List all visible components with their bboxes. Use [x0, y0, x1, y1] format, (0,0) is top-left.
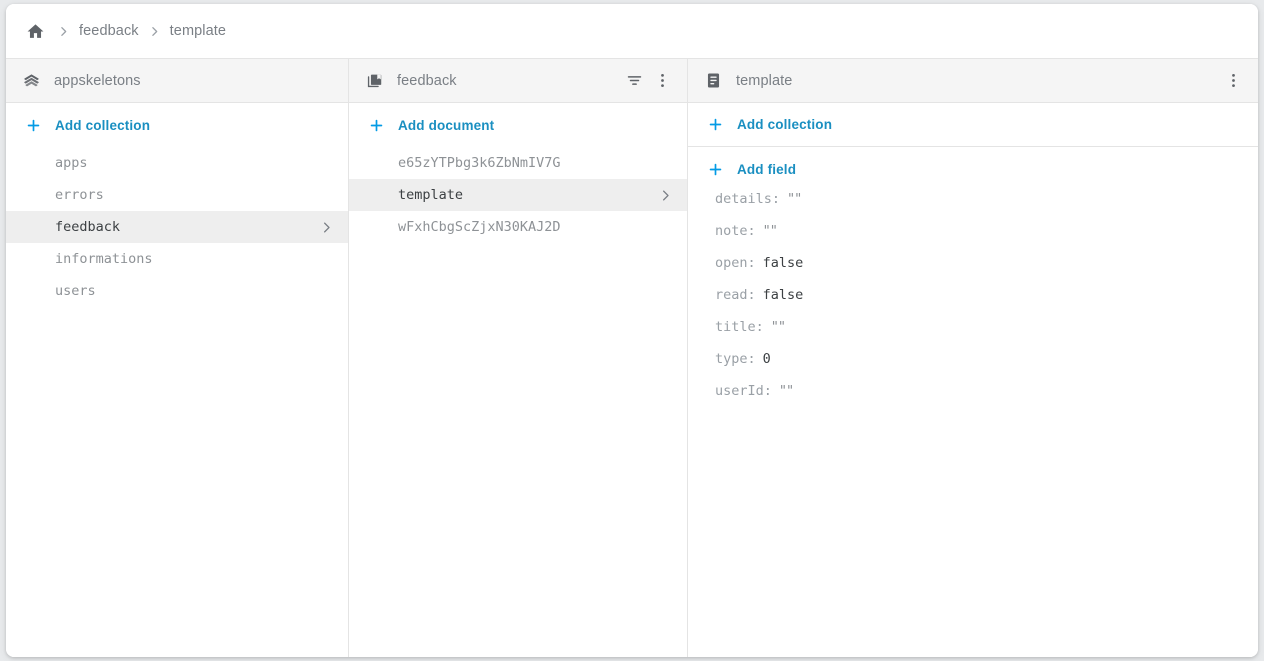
collection-item-feedback[interactable]: feedback [6, 211, 348, 243]
field-value: "" [763, 223, 777, 239]
field-list: details: "" note: "" open: false read: f… [688, 191, 1258, 657]
documents-list: e65zYTPbg3k6ZbNmIV7G template wFxhCbgScZ… [349, 147, 687, 657]
home-icon[interactable] [22, 18, 48, 44]
document-item-template[interactable]: template [349, 179, 687, 211]
collection-item-label: feedback [55, 219, 319, 235]
panel-container: appskeletons Add collection apps errors [6, 59, 1258, 657]
field-row-userId[interactable]: userId: "" [688, 383, 1258, 415]
add-collection-button[interactable]: Add collection [6, 103, 348, 147]
field-key: userId: [715, 383, 772, 399]
field-row-note[interactable]: note: "" [688, 223, 1258, 255]
field-key: note: [715, 223, 756, 239]
field-value: "" [787, 191, 801, 207]
document-icon [702, 70, 724, 92]
documents-panel-header: feedback [349, 59, 687, 103]
document-detail-header: template [688, 59, 1258, 103]
chevron-right-icon [319, 220, 334, 235]
collection-item-label: errors [55, 187, 334, 203]
documents-panel: feedback [349, 59, 688, 657]
more-vert-icon[interactable] [649, 68, 675, 94]
field-row-open[interactable]: open: false [688, 255, 1258, 287]
add-subcollection-button[interactable]: Add collection [688, 103, 1258, 147]
collections-panel: appskeletons Add collection apps errors [6, 59, 349, 657]
collection-item-label: apps [55, 155, 334, 171]
field-row-details[interactable]: details: "" [688, 191, 1258, 223]
field-value: 0 [763, 351, 771, 367]
document-item-e65zYTPbg3k6ZbNmIV7G[interactable]: e65zYTPbg3k6ZbNmIV7G [349, 147, 687, 179]
plus-icon [706, 116, 724, 134]
field-key: open: [715, 255, 756, 271]
field-value: false [763, 287, 804, 303]
collection-item-errors[interactable]: errors [6, 179, 348, 211]
breadcrumb-item-feedback[interactable]: feedback [79, 23, 139, 39]
collection-icon [363, 70, 385, 92]
chevron-right-icon [658, 188, 673, 203]
document-item-label: e65zYTPbg3k6ZbNmIV7G [398, 155, 673, 171]
breadcrumb-separator-icon [139, 25, 170, 38]
add-field-button[interactable]: Add field [688, 147, 1258, 191]
add-document-button[interactable]: Add document [349, 103, 687, 147]
breadcrumb-separator-icon [48, 25, 79, 38]
firestore-data-panel: feedback template appskeletons [6, 4, 1258, 657]
field-value: false [763, 255, 804, 271]
add-field-label: Add field [737, 162, 796, 177]
field-row-type[interactable]: type: 0 [688, 351, 1258, 383]
collection-item-label: users [55, 283, 334, 299]
breadcrumb-item-template[interactable]: template [170, 23, 226, 39]
documents-panel-title: feedback [397, 73, 457, 89]
field-key: read: [715, 287, 756, 303]
collection-item-label: informations [55, 251, 334, 267]
field-key: type: [715, 351, 756, 367]
collections-list: apps errors feedback [6, 147, 348, 657]
add-collection-label: Add collection [55, 118, 150, 133]
field-key: details: [715, 191, 780, 207]
document-item-label: template [398, 187, 658, 203]
document-item-label: wFxhCbgScZjxN30KAJ2D [398, 219, 673, 235]
collections-panel-header: appskeletons [6, 59, 348, 103]
collection-item-informations[interactable]: informations [6, 243, 348, 275]
field-value: "" [771, 319, 785, 335]
collection-item-users[interactable]: users [6, 275, 348, 307]
firestore-database-icon [20, 70, 42, 92]
document-detail-panel: template Add collection Add field [688, 59, 1258, 657]
breadcrumb: feedback template [6, 4, 1258, 59]
field-value: "" [779, 383, 793, 399]
field-row-read[interactable]: read: false [688, 287, 1258, 319]
plus-icon [706, 160, 724, 178]
collections-panel-title: appskeletons [54, 73, 141, 89]
more-vert-icon[interactable] [1220, 68, 1246, 94]
field-row-title[interactable]: title: "" [688, 319, 1258, 351]
plus-icon [367, 116, 385, 134]
collection-item-apps[interactable]: apps [6, 147, 348, 179]
filter-list-icon[interactable] [621, 68, 647, 94]
document-detail-title: template [736, 73, 792, 89]
document-item-wFxhCbgScZjxN30KAJ2D[interactable]: wFxhCbgScZjxN30KAJ2D [349, 211, 687, 243]
plus-icon [24, 116, 42, 134]
add-document-label: Add document [398, 118, 494, 133]
add-subcollection-label: Add collection [737, 117, 832, 132]
field-key: title: [715, 319, 764, 335]
